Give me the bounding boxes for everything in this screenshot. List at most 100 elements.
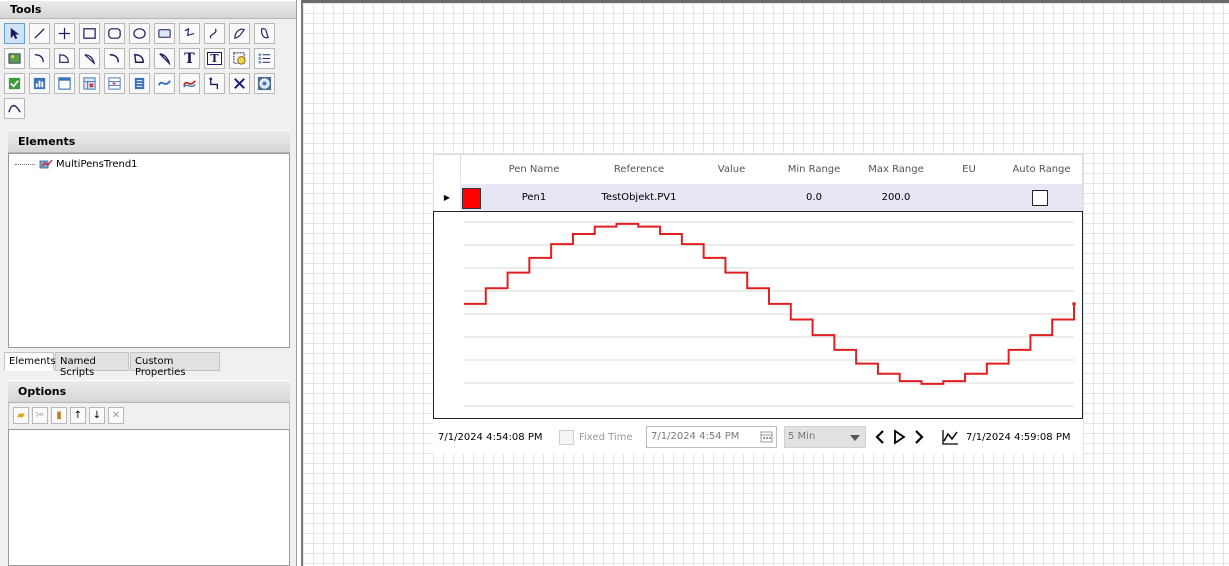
tool-image[interactable] bbox=[4, 48, 25, 69]
elements-tree[interactable]: MultiPensTrend1 bbox=[8, 153, 290, 348]
tree-item-multipenstrend[interactable]: MultiPensTrend1 bbox=[15, 158, 138, 170]
chart-line-icon bbox=[8, 104, 21, 113]
cell-min-range[interactable]: 0.0 bbox=[779, 184, 849, 211]
tool-curve[interactable] bbox=[204, 23, 225, 44]
header-max-range: Max Range bbox=[868, 163, 924, 175]
tool-window[interactable] bbox=[54, 73, 75, 94]
auto-range-checkbox[interactable] bbox=[1032, 190, 1048, 206]
tool-textbox[interactable]: T bbox=[204, 48, 225, 69]
report-icon bbox=[134, 77, 145, 90]
start-time: 7/1/2024 4:54:08 PM bbox=[438, 431, 543, 443]
tool-grid[interactable] bbox=[79, 73, 100, 94]
tool-delete[interactable] bbox=[229, 73, 250, 94]
tool-closed-curve[interactable] bbox=[229, 23, 250, 44]
trend-footer: 7/1/2024 4:54:08 PM Fixed Time 7/1/2024 … bbox=[433, 424, 1083, 450]
date-time-picker[interactable]: 7/1/2024 4:54 PM bbox=[646, 426, 777, 448]
rectangle-icon bbox=[83, 28, 96, 39]
tool-freeform[interactable] bbox=[254, 23, 275, 44]
play-icon[interactable] bbox=[891, 428, 907, 446]
header-reference: Reference bbox=[613, 163, 665, 175]
chord-alt-icon bbox=[134, 54, 144, 63]
tab-named-scripts[interactable]: Named Scripts bbox=[55, 352, 129, 378]
cell-value[interactable] bbox=[704, 184, 759, 211]
cell-reference[interactable]: TestObjekt.PV1 bbox=[584, 184, 694, 211]
chevron-right-icon[interactable] bbox=[911, 428, 927, 446]
table-icon bbox=[108, 77, 121, 90]
fixed-time-control[interactable]: Fixed Time bbox=[559, 424, 633, 450]
tool-pie-alt[interactable] bbox=[154, 48, 175, 69]
tool-arc-alt[interactable] bbox=[104, 48, 125, 69]
tool-globe[interactable] bbox=[254, 73, 275, 94]
list-icon bbox=[258, 53, 271, 64]
tool-cross[interactable] bbox=[54, 23, 75, 44]
tool-arc[interactable] bbox=[29, 48, 50, 69]
header-eu: EU bbox=[962, 163, 976, 175]
calendar-icon[interactable] bbox=[760, 430, 773, 443]
chevron-left-icon[interactable] bbox=[872, 428, 888, 446]
tool-connector[interactable] bbox=[204, 73, 225, 94]
tool-pointer[interactable] bbox=[4, 23, 25, 44]
cell-max-range[interactable]: 200.0 bbox=[861, 184, 931, 211]
tool-trend[interactable] bbox=[154, 73, 175, 94]
line-icon bbox=[34, 28, 45, 39]
closed-curve-icon bbox=[234, 28, 245, 39]
cut-button[interactable]: ✂ bbox=[32, 407, 48, 424]
multi-pens-trend[interactable]: Pen Name Reference Value Min Range Max R… bbox=[433, 154, 1083, 454]
tool-pie[interactable] bbox=[79, 48, 100, 69]
tool-table[interactable] bbox=[104, 73, 125, 94]
paste-button[interactable]: ▮ bbox=[51, 407, 67, 424]
chart-line-icon[interactable] bbox=[941, 428, 959, 446]
fixed-time-checkbox[interactable] bbox=[559, 429, 574, 445]
tool-ellipse[interactable] bbox=[129, 23, 150, 44]
alarm-icon bbox=[233, 52, 246, 65]
tool-multi-trend[interactable] bbox=[179, 73, 200, 94]
tool-text[interactable]: T bbox=[179, 48, 200, 69]
header-divider bbox=[460, 155, 461, 183]
move-up-button[interactable]: ↑ bbox=[70, 407, 86, 424]
tool-chord-alt[interactable] bbox=[129, 48, 150, 69]
tool-chart-line[interactable] bbox=[4, 98, 25, 119]
fixed-time-label: Fixed Time bbox=[579, 431, 633, 443]
rounded-rect-icon bbox=[108, 28, 121, 39]
cell-pen-name[interactable]: Pen1 bbox=[494, 184, 574, 211]
tool-alarm[interactable] bbox=[229, 48, 250, 69]
tool-list[interactable] bbox=[254, 48, 275, 69]
time-range-value: 5 Min bbox=[788, 431, 816, 442]
trend-chart-svg bbox=[464, 221, 1076, 407]
tool-gauge[interactable] bbox=[29, 73, 50, 94]
tool-polyline[interactable] bbox=[179, 23, 200, 44]
cell-eu[interactable] bbox=[949, 184, 989, 211]
tab-custom-properties[interactable]: Custom Properties bbox=[130, 352, 220, 378]
open-folder-button[interactable]: ▰ bbox=[13, 407, 29, 424]
panel-tabs: Elements Named Scripts Custom Properties bbox=[0, 352, 296, 378]
remove-button[interactable]: ✕ bbox=[108, 407, 124, 424]
tool-rounded-rect[interactable] bbox=[104, 23, 125, 44]
move-down-button[interactable]: ↓ bbox=[89, 407, 105, 424]
pie-icon bbox=[84, 54, 96, 65]
scissors-icon: ✂ bbox=[35, 410, 45, 421]
options-header: Options bbox=[8, 380, 290, 403]
arrow-up-icon: ↑ bbox=[73, 410, 83, 421]
tool-rectangle[interactable] bbox=[79, 23, 100, 44]
button-shape-icon bbox=[158, 29, 171, 38]
tool-line[interactable] bbox=[29, 23, 50, 44]
delete-icon bbox=[234, 78, 245, 89]
tool-report[interactable] bbox=[129, 73, 150, 94]
series-last-point bbox=[1072, 302, 1076, 306]
tree-connector bbox=[15, 163, 35, 165]
gauge-icon bbox=[33, 77, 46, 90]
trend-chart[interactable] bbox=[433, 211, 1083, 419]
options-toolbar: ▰ ✂ ▮ ↑ ↓ ✕ bbox=[8, 403, 290, 429]
multi-trend-icon bbox=[183, 80, 196, 88]
header-auto-range: Auto Range bbox=[1012, 163, 1071, 175]
tree-item-label: MultiPensTrend1 bbox=[56, 158, 138, 170]
tool-checkbox[interactable] bbox=[4, 73, 25, 94]
tab-elements[interactable]: Elements bbox=[4, 352, 56, 371]
textbox-icon: T bbox=[207, 52, 222, 65]
pen-color-swatch[interactable] bbox=[462, 188, 481, 209]
tool-button-shape[interactable] bbox=[154, 23, 175, 44]
cross-icon bbox=[58, 27, 71, 40]
tool-chord[interactable] bbox=[54, 48, 75, 69]
time-range-dropdown[interactable]: 5 Min bbox=[784, 426, 866, 448]
row-selector-icon[interactable]: ▶ bbox=[434, 184, 460, 211]
